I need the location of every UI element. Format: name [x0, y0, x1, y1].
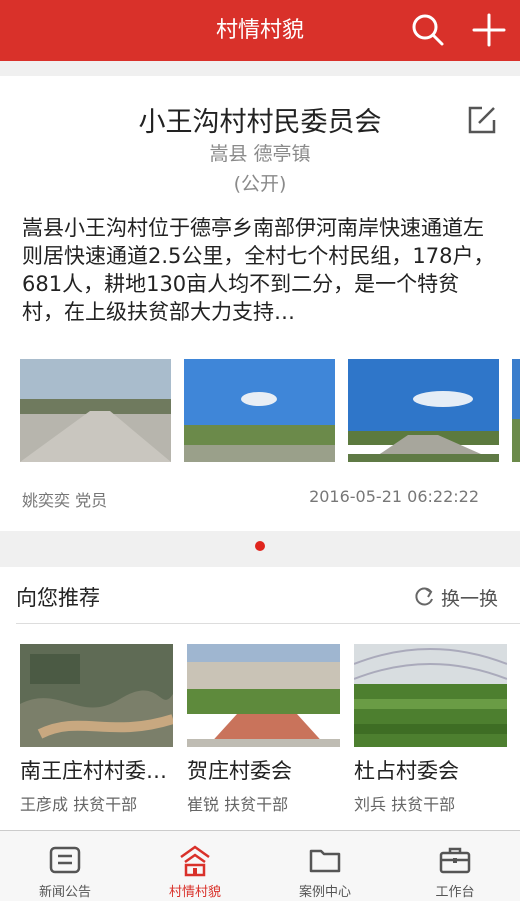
village-region: 嵩县 德亭镇: [209, 143, 311, 165]
tab-workbench[interactable]: 工作台: [390, 831, 520, 901]
village-photo[interactable]: [512, 359, 520, 462]
tab-label: 村情村貌: [168, 885, 221, 900]
tab-news[interactable]: 新闻公告: [0, 831, 130, 901]
village-description: 嵩县小王沟村位于德亭乡南部伊河南岸快速通道左则居快速通道2.5公里，全村七个村民…: [22, 216, 495, 324]
village-card[interactable]: 小王沟村村民委员会 嵩县 德亭镇 (公开) 嵩县小王沟村位于德亭乡南部伊河南岸快…: [0, 76, 520, 531]
refresh-icon: [415, 587, 433, 606]
briefcase-icon: [439, 847, 471, 874]
recommend-item-name: 贺庄村委会: [187, 759, 292, 783]
refresh-button[interactable]: 换一换: [413, 583, 498, 611]
village-name: 小王沟村村民委员会: [138, 107, 382, 138]
edit-icon: [468, 106, 496, 134]
recommend-item[interactable]: 杜占村委会 刘兵 扶贫干部: [354, 644, 507, 815]
village-photo[interactable]: [20, 359, 171, 462]
recommend-thumbnail: [20, 644, 173, 747]
recommend-item[interactable]: 南王庄村村委… 王彦成 扶贫干部: [20, 644, 173, 815]
recommend-item-name: 杜占村委会: [354, 759, 459, 783]
publish-time: 2016-05-21 06:22:22: [309, 487, 479, 506]
folder-icon: [309, 849, 341, 873]
recommend-thumbnail: [187, 644, 340, 747]
refresh-label: 换一换: [440, 587, 498, 610]
recommend-title: 向您推荐: [16, 586, 100, 610]
tab-village[interactable]: 村情村貌: [130, 831, 260, 901]
village-photo[interactable]: [348, 359, 499, 462]
recommend-thumbnail: [354, 644, 507, 747]
page-indicator: [0, 531, 520, 561]
tab-label: 新闻公告: [38, 885, 91, 900]
village-photo[interactable]: [184, 359, 335, 462]
recommend-item-person: 崔锐 扶贫干部: [187, 795, 289, 814]
visibility-label: (公开): [233, 173, 287, 195]
search-icon: [412, 14, 444, 46]
tab-label: 案例中心: [298, 885, 351, 900]
recommend-item-person: 刘兵 扶贫干部: [354, 795, 456, 814]
recommend-item-name: 南王庄村村委…: [20, 759, 167, 783]
recommend-section: 向您推荐 换一换 南王庄村村委… 王彦成 扶贫干部 贺庄村委会 崔锐 扶贫干部 …: [0, 567, 520, 830]
edit-button[interactable]: [466, 104, 498, 136]
bottom-tab-bar: 新闻公告 村情村貌 案例中心 工作台: [0, 830, 520, 901]
add-button[interactable]: [471, 12, 507, 48]
plus-icon: [472, 13, 506, 47]
photo-strip[interactable]: [20, 359, 520, 463]
author-label: 姚奕奕 党员: [22, 491, 108, 510]
recommend-item[interactable]: 贺庄村委会 崔锐 扶贫干部: [187, 644, 340, 815]
page-dot-active: [255, 541, 265, 551]
tab-cases[interactable]: 案例中心: [260, 831, 390, 901]
search-button[interactable]: [410, 12, 446, 48]
news-icon: [49, 846, 81, 874]
recommend-item-person: 王彦成 扶贫干部: [20, 795, 138, 814]
tab-label: 工作台: [435, 885, 475, 900]
village-icon: [180, 845, 210, 877]
divider: [16, 623, 520, 624]
top-nav-bar: 村情村貌: [0, 0, 520, 61]
